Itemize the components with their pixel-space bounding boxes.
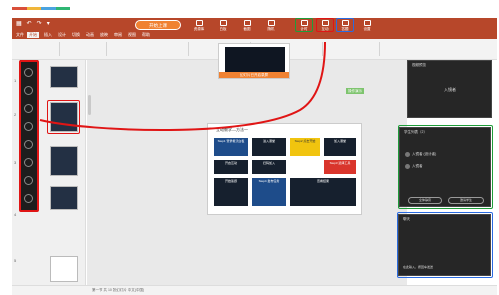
tab-view[interactable]: 视图 xyxy=(126,32,138,38)
slide-title: 互动教学—方法一 xyxy=(216,127,248,132)
tool-whiteboard-label: 白板 xyxy=(219,27,227,31)
title-bar xyxy=(12,18,497,31)
quick-access-toolbar: ▦ ↶ ↷ ▾ xyxy=(16,21,50,27)
step-card: Step4 发布任务 xyxy=(252,178,286,206)
ribbon-group-editing[interactable] xyxy=(325,42,380,56)
stripe-seg-4 xyxy=(55,7,70,10)
panel-title: 视频预览 xyxy=(412,63,426,67)
ribbon-group-slides[interactable] xyxy=(62,42,107,56)
gear-icon xyxy=(363,20,371,26)
stripe-seg-2 xyxy=(26,7,41,10)
tool-resources[interactable]: 资源库 xyxy=(192,20,206,32)
tool-whiteboard[interactable]: 白板 xyxy=(216,20,230,32)
highlight-quiz xyxy=(336,18,354,32)
highlight-selected-thumb xyxy=(47,100,80,134)
highlight-student-list xyxy=(398,125,493,209)
start-class-button[interactable]: 开始上课 xyxy=(135,20,181,30)
tab-review[interactable]: 审阅 xyxy=(112,32,124,38)
step-card: 查看结果 xyxy=(290,178,356,206)
demo-tag: 操作演示 xyxy=(346,88,364,94)
stripe-seg-1 xyxy=(12,7,27,10)
thumb-number: 5 xyxy=(14,258,17,263)
highlight-interact xyxy=(316,18,334,32)
step-card: Step3 选择工具 xyxy=(324,160,356,174)
tool-screenshot[interactable]: 截图 xyxy=(240,20,254,32)
step-card: 进入课堂 xyxy=(252,138,286,156)
redo-icon[interactable]: ↷ xyxy=(37,21,42,27)
tab-design[interactable]: 设计 xyxy=(56,32,68,38)
stripe-seg-3 xyxy=(41,7,56,10)
tool-settings[interactable]: 设置 xyxy=(360,20,374,32)
step-card: 开启互动 xyxy=(214,160,248,174)
thumb-number: 3 xyxy=(14,160,17,165)
thumb-number: 2 xyxy=(14,112,17,117)
step-card: 开始答题 xyxy=(214,178,248,206)
tab-transitions[interactable]: 切换 xyxy=(70,32,82,38)
brand-stripe xyxy=(12,7,70,10)
undo-icon[interactable]: ↶ xyxy=(27,21,32,27)
status-text: 第一节 共 10 张幻灯片 中文(中国) xyxy=(92,288,145,292)
tab-file[interactable]: 文件 xyxy=(14,32,26,38)
ribbon-group-font[interactable] xyxy=(109,42,189,56)
customize-qat-icon[interactable]: ▾ xyxy=(47,21,50,27)
highlight-chat xyxy=(397,212,493,278)
library-icon xyxy=(195,20,203,26)
step-card: Step2 点击开始 xyxy=(290,138,320,156)
highlight-timer xyxy=(295,18,313,32)
vertical-scrollbar[interactable] xyxy=(88,95,91,115)
tab-home[interactable]: 开始 xyxy=(27,32,39,38)
popup-screenshot xyxy=(225,47,285,73)
step-card: Step1 登录希沃白板 xyxy=(214,138,248,156)
tool-resources-label: 资源库 xyxy=(193,27,205,31)
highlight-toolstrip xyxy=(19,60,39,212)
step-card: 扫码加入 xyxy=(252,160,286,174)
tab-help[interactable]: 帮助 xyxy=(140,32,152,38)
screenshot-icon xyxy=(243,20,251,26)
thumb-number: 4 xyxy=(14,212,17,217)
recording-popup: 幻灯片已开启录屏 xyxy=(218,43,290,79)
status-bar: 第一节 共 10 张幻灯片 中文(中国) xyxy=(12,285,497,295)
step-card: 加入课堂 xyxy=(324,138,356,156)
camera-placeholder: 入镜者 xyxy=(444,87,456,92)
random-icon xyxy=(267,20,275,26)
slide-thumbnail[interactable] xyxy=(50,256,78,282)
whiteboard-icon xyxy=(219,20,227,26)
main-slide[interactable]: 互动教学—方法一 Step1 登录希沃白板 进入课堂 Step2 点击开始 加入… xyxy=(207,123,362,215)
video-preview-panel: 视频预览 入镜者 xyxy=(407,60,492,118)
ribbon-group-clipboard[interactable] xyxy=(30,42,60,56)
tab-insert[interactable]: 插入 xyxy=(42,32,54,38)
slide-thumbnail[interactable] xyxy=(50,66,78,88)
thumb-number: 1 xyxy=(14,78,17,83)
slide-thumbnail[interactable] xyxy=(50,146,78,176)
tool-random[interactable]: 随机 xyxy=(264,20,278,32)
tab-animations[interactable]: 动画 xyxy=(84,32,96,38)
save-icon[interactable]: ▦ xyxy=(16,21,22,27)
tab-slideshow[interactable]: 放映 xyxy=(98,32,110,38)
tool-random-label: 随机 xyxy=(267,27,275,31)
tool-settings-label: 设置 xyxy=(363,27,371,31)
slide-thumbnail[interactable] xyxy=(50,186,78,210)
tool-screenshot-label: 截图 xyxy=(243,27,251,31)
popup-label: 幻灯片已开启录屏 xyxy=(219,72,289,78)
